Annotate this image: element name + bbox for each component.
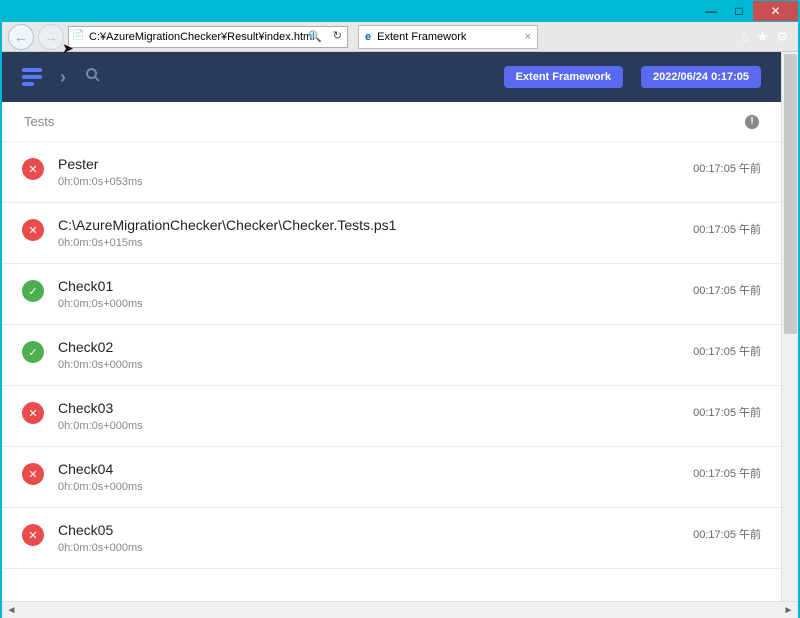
- test-info: Pester 0h:0m:0s+053ms: [58, 156, 679, 188]
- test-name: Check02: [58, 339, 679, 355]
- app-header: › Extent Framework 2022/06/24 0:17:05: [2, 52, 781, 102]
- test-duration: 0h:0m:0s+000ms: [58, 298, 679, 310]
- test-duration: 0h:0m:0s+000ms: [58, 481, 679, 493]
- fail-icon: ✕: [22, 463, 44, 485]
- test-timestamp: 00:17:05 午前: [693, 526, 761, 542]
- horizontal-scrollbar[interactable]: ◄ ►: [2, 601, 798, 618]
- test-duration: 0h:0m:0s+000ms: [58, 420, 679, 432]
- test-name: C:\AzureMigrationChecker\Checker\Checker…: [58, 217, 679, 233]
- test-duration: 0h:0m:0s+000ms: [58, 542, 679, 554]
- page-icon: 📄: [72, 30, 84, 41]
- fail-icon: ✕: [22, 219, 44, 241]
- test-timestamp: 00:17:05 午前: [693, 221, 761, 237]
- home-icon[interactable]: ⌂: [741, 29, 749, 45]
- fail-icon: ✕: [22, 158, 44, 180]
- test-duration: 0h:0m:0s+000ms: [58, 359, 679, 371]
- test-timestamp: 00:17:05 午前: [693, 465, 761, 481]
- test-row[interactable]: ✓ Check01 0h:0m:0s+000ms 00:17:05 午前: [2, 264, 781, 325]
- test-info: C:\AzureMigrationChecker\Checker\Checker…: [58, 217, 679, 249]
- browser-toolbar: ← → 📄 🔍 ↻ ➤ e Extent Framework × ⌂ ★ ⚙: [2, 22, 798, 52]
- back-button[interactable]: ←: [8, 24, 34, 50]
- test-row[interactable]: ✕ Check04 0h:0m:0s+000ms 00:17:05 午前: [2, 447, 781, 508]
- scrollbar-thumb[interactable]: [784, 54, 797, 334]
- settings-icon[interactable]: ⚙: [776, 29, 788, 45]
- test-name: Pester: [58, 156, 679, 172]
- test-info: Check01 0h:0m:0s+000ms: [58, 278, 679, 310]
- browser-tools: ⌂ ★ ⚙: [741, 29, 792, 45]
- test-timestamp: 00:17:05 午前: [693, 343, 761, 359]
- refresh-button[interactable]: ↻: [333, 29, 342, 42]
- test-row[interactable]: ✕ Check05 0h:0m:0s+000ms 00:17:05 午前: [2, 508, 781, 569]
- tab-close-icon[interactable]: ×: [525, 31, 531, 43]
- test-timestamp: 00:17:05 午前: [693, 282, 761, 298]
- tests-list: ✕ Pester 0h:0m:0s+053ms 00:17:05 午前 ✕ C:\Azur…: [2, 142, 781, 601]
- test-row[interactable]: ✕ Pester 0h:0m:0s+053ms 00:17:05 午前: [2, 142, 781, 203]
- test-timestamp: 00:17:05 午前: [693, 404, 761, 420]
- forward-button[interactable]: →: [38, 24, 64, 50]
- favorites-icon[interactable]: ★: [757, 29, 769, 45]
- scroll-right-icon[interactable]: ►: [781, 605, 796, 616]
- test-duration: 0h:0m:0s+015ms: [58, 237, 679, 249]
- page-viewport: › Extent Framework 2022/06/24 0:17:05 Te…: [2, 52, 798, 618]
- timestamp-badge[interactable]: 2022/06/24 0:17:05: [641, 66, 761, 88]
- test-timestamp: 00:17:05 午前: [693, 160, 761, 176]
- test-name: Check04: [58, 461, 679, 477]
- tests-label: Tests: [24, 114, 54, 129]
- tests-section-header: Tests !: [2, 102, 781, 142]
- window-titlebar: — □ ✕: [2, 0, 798, 22]
- fail-icon: ✕: [22, 524, 44, 546]
- pass-icon: ✓: [22, 280, 44, 302]
- test-info: Check02 0h:0m:0s+000ms: [58, 339, 679, 371]
- framework-badge[interactable]: Extent Framework: [504, 66, 623, 88]
- scroll-left-icon[interactable]: ◄: [4, 605, 19, 616]
- pass-icon: ✓: [22, 341, 44, 363]
- close-button[interactable]: ✕: [753, 1, 798, 21]
- test-info: Check03 0h:0m:0s+000ms: [58, 400, 679, 432]
- address-bar-wrap: 📄 🔍 ↻ ➤: [68, 26, 348, 48]
- tab-title: Extent Framework: [377, 31, 466, 43]
- app-logo-icon[interactable]: [22, 68, 42, 86]
- test-duration: 0h:0m:0s+053ms: [58, 176, 679, 188]
- test-name: Check01: [58, 278, 679, 294]
- test-row[interactable]: ✕ Check03 0h:0m:0s+000ms 00:17:05 午前: [2, 386, 781, 447]
- test-info: Check05 0h:0m:0s+000ms: [58, 522, 679, 554]
- test-row[interactable]: ✓ Check02 0h:0m:0s+000ms 00:17:05 午前: [2, 325, 781, 386]
- vertical-scrollbar[interactable]: [781, 52, 798, 601]
- info-icon[interactable]: !: [745, 115, 759, 129]
- expand-icon[interactable]: ›: [60, 67, 66, 88]
- minimize-button[interactable]: —: [697, 1, 725, 21]
- tab-favicon: e: [365, 31, 371, 43]
- browser-tab[interactable]: e Extent Framework ×: [358, 25, 538, 49]
- search-icon[interactable]: [84, 66, 102, 89]
- test-name: Check03: [58, 400, 679, 416]
- address-bar[interactable]: [68, 26, 348, 48]
- maximize-button[interactable]: □: [725, 1, 753, 21]
- search-indicator-icon[interactable]: 🔍: [308, 30, 322, 43]
- test-info: Check04 0h:0m:0s+000ms: [58, 461, 679, 493]
- test-row[interactable]: ✕ C:\AzureMigrationChecker\Checker\Checke…: [2, 203, 781, 264]
- os-window: — □ ✕ ← → 📄 🔍 ↻ ➤ e Extent Framework × ⌂…: [0, 0, 800, 618]
- test-name: Check05: [58, 522, 679, 538]
- fail-icon: ✕: [22, 402, 44, 424]
